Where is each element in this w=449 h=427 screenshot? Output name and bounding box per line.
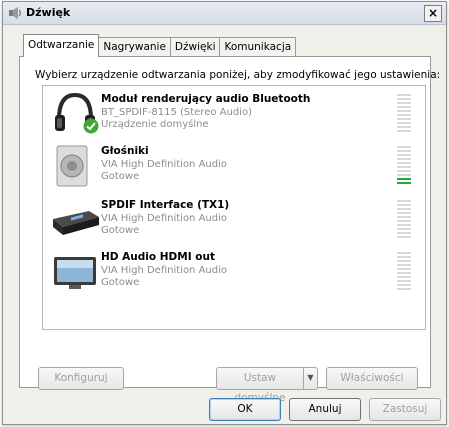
meter-segment bbox=[397, 114, 411, 116]
meter-segment bbox=[397, 162, 411, 164]
device-name: Moduł renderujący audio Bluetooth bbox=[101, 93, 311, 105]
device-status: Gotowe bbox=[101, 171, 140, 182]
set-default-dropdown[interactable]: ▼ bbox=[303, 367, 318, 390]
device-status: Gotowe bbox=[101, 277, 140, 288]
device-description: BT_SPDIF-8115 (Stereo Audio) bbox=[101, 107, 252, 118]
device-item[interactable]: HD Audio HDMI out VIA High Definition Au… bbox=[43, 246, 423, 296]
meter-segment bbox=[397, 178, 411, 180]
meter-segment bbox=[397, 208, 411, 210]
level-meter bbox=[397, 200, 411, 238]
device-description: VIA High Definition Audio bbox=[101, 213, 227, 224]
set-default-button[interactable]: Ustaw domyślne bbox=[216, 367, 304, 404]
meter-segment bbox=[397, 110, 411, 112]
device-description: VIA High Definition Audio bbox=[101, 265, 227, 276]
meter-segment bbox=[397, 170, 411, 172]
meter-segment bbox=[397, 106, 411, 108]
speaker-icon bbox=[56, 145, 88, 187]
meter-segment bbox=[397, 256, 411, 258]
device-name: HD Audio HDMI out bbox=[101, 251, 215, 263]
tab-sounds[interactable]: Dźwięki bbox=[169, 37, 221, 57]
tab-playback[interactable]: Odtwarzanie bbox=[23, 34, 100, 57]
meter-segment bbox=[397, 216, 411, 218]
device-list: Moduł renderujący audio Bluetooth BT_SPD… bbox=[42, 85, 426, 330]
meter-segment bbox=[397, 280, 411, 282]
close-button[interactable]: × bbox=[424, 5, 442, 22]
sound-dialog: Dźwięk × Odtwarzanie Nagrywanie Dźwięki … bbox=[2, 1, 447, 425]
meter-segment bbox=[397, 182, 411, 184]
configure-button[interactable]: Konfiguruj bbox=[38, 367, 124, 390]
meter-segment bbox=[397, 268, 411, 270]
level-meter bbox=[397, 252, 411, 290]
instruction-text: Wybierz urządzenie odtwarzania poniżej, … bbox=[35, 69, 441, 81]
meter-segment bbox=[397, 98, 411, 100]
speaker-app-icon bbox=[9, 7, 21, 19]
window-title: Dźwięk bbox=[26, 6, 71, 19]
meter-segment bbox=[397, 224, 411, 226]
device-item[interactable]: SPDIF Interface (TX1) VIA High Definitio… bbox=[43, 194, 423, 244]
meter-segment bbox=[397, 146, 411, 148]
properties-button[interactable]: Właściwości bbox=[326, 367, 418, 390]
device-name: Głośniki bbox=[101, 145, 149, 157]
level-meter bbox=[397, 146, 411, 184]
cancel-button[interactable]: Anuluj bbox=[289, 398, 361, 421]
meter-segment bbox=[397, 174, 411, 176]
tab-strip: Odtwarzanie Nagrywanie Dźwięki Komunikac… bbox=[23, 34, 297, 57]
meter-segment bbox=[397, 288, 411, 290]
meter-segment bbox=[397, 118, 411, 120]
meter-segment bbox=[397, 284, 411, 286]
meter-segment bbox=[397, 272, 411, 274]
meter-segment bbox=[397, 154, 411, 156]
device-status: Gotowe bbox=[101, 225, 140, 236]
meter-segment bbox=[397, 228, 411, 230]
meter-segment bbox=[397, 236, 411, 238]
meter-segment bbox=[397, 212, 411, 214]
title-bar[interactable]: Dźwięk × bbox=[3, 2, 446, 25]
spdif-receiver-icon bbox=[53, 211, 99, 235]
ok-button[interactable]: OK bbox=[209, 398, 281, 421]
meter-segment bbox=[397, 252, 411, 254]
playback-panel: Wybierz urządzenie odtwarzania poniżej, … bbox=[19, 56, 440, 404]
meter-segment bbox=[397, 232, 411, 234]
meter-segment bbox=[397, 158, 411, 160]
meter-segment bbox=[397, 204, 411, 206]
tab-communications[interactable]: Komunikacja bbox=[219, 37, 297, 57]
chevron-down-icon: ▼ bbox=[307, 373, 314, 382]
device-name: SPDIF Interface (TX1) bbox=[101, 199, 230, 211]
meter-segment bbox=[397, 130, 411, 132]
default-check-icon bbox=[83, 118, 99, 134]
tab-recording[interactable]: Nagrywanie bbox=[98, 37, 171, 57]
meter-segment bbox=[397, 276, 411, 278]
monitor-icon bbox=[54, 257, 96, 289]
close-icon: × bbox=[427, 6, 439, 20]
meter-segment bbox=[397, 122, 411, 124]
meter-segment bbox=[397, 264, 411, 266]
meter-segment bbox=[397, 166, 411, 168]
device-item[interactable]: Głośniki VIA High Definition Audio Gotow… bbox=[43, 140, 423, 190]
apply-button[interactable]: Zastosuj bbox=[369, 398, 441, 421]
meter-segment bbox=[397, 220, 411, 222]
device-description: VIA High Definition Audio bbox=[101, 159, 227, 170]
meter-segment bbox=[397, 102, 411, 104]
meter-segment bbox=[397, 94, 411, 96]
meter-segment bbox=[397, 126, 411, 128]
meter-segment bbox=[397, 150, 411, 152]
meter-segment bbox=[397, 260, 411, 262]
device-status: Urządzenie domyślne bbox=[101, 119, 209, 130]
meter-segment bbox=[397, 200, 411, 202]
level-meter bbox=[397, 94, 411, 132]
device-item[interactable]: Moduł renderujący audio Bluetooth BT_SPD… bbox=[43, 88, 423, 138]
